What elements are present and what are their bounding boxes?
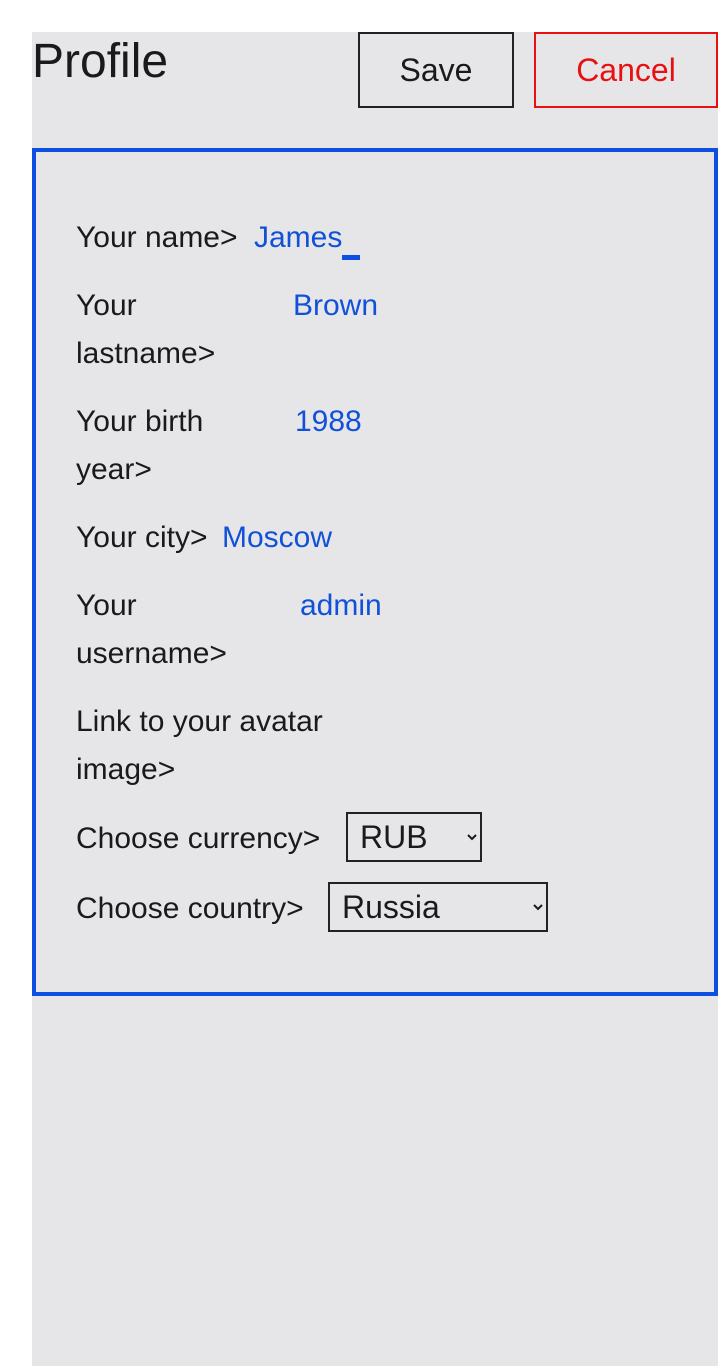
- lastname-row: Your lastname>: [76, 282, 215, 378]
- avatar-label-line1: Link to your avatar: [76, 705, 323, 738]
- currency-row: Choose currency>: [76, 815, 320, 863]
- lastname-label-line2: lastname>: [76, 337, 216, 370]
- country-select[interactable]: Russia: [328, 882, 548, 932]
- currency-label: Choose currency>: [76, 822, 321, 855]
- name-field[interactable]: James: [254, 214, 342, 262]
- country-row: Choose country>: [76, 885, 304, 933]
- username-label-line2: username>: [76, 637, 227, 670]
- city-field[interactable]: Moscow: [222, 514, 332, 562]
- avatar-label-line2: image>: [76, 753, 176, 786]
- birth-year-label-line2: year>: [76, 453, 152, 486]
- page-title: Profile: [32, 35, 169, 88]
- profile-form: Your name> James Your lastname> Brown Yo…: [32, 148, 718, 996]
- currency-select[interactable]: RUB: [346, 812, 482, 862]
- name-label: Your name>: [76, 221, 238, 254]
- lastname-field[interactable]: Brown: [293, 282, 378, 330]
- lastname-label-line1: Your: [76, 289, 137, 322]
- name-row: Your name>: [76, 214, 238, 262]
- avatar-link-field[interactable]: [346, 746, 366, 794]
- birth-year-row: Your birth year>: [76, 398, 203, 494]
- city-label: Your city>: [76, 521, 208, 554]
- cancel-button[interactable]: Cancel: [534, 32, 718, 108]
- username-row: Your username>: [76, 582, 227, 678]
- city-row: Your city>: [76, 514, 207, 562]
- country-label: Choose country>: [76, 892, 304, 925]
- save-button[interactable]: Save: [358, 32, 514, 108]
- text-cursor: [342, 255, 360, 260]
- birth-year-label-line1: Your birth: [76, 405, 204, 438]
- birth-year-field[interactable]: 1988: [295, 398, 362, 446]
- username-label-line1: Your: [76, 589, 137, 622]
- avatar-row: Link to your avatar image>: [76, 698, 323, 794]
- username-field[interactable]: admin: [300, 582, 382, 630]
